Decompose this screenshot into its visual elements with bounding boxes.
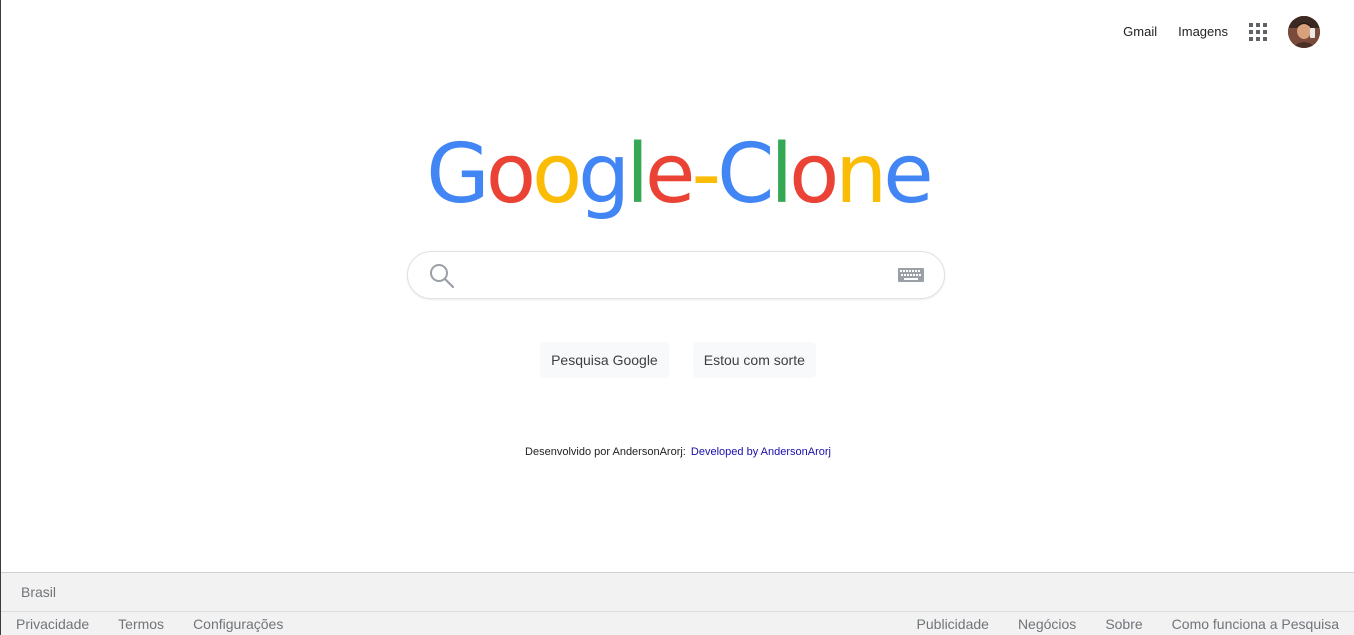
footer-link-terms[interactable]: Termos	[118, 616, 164, 632]
logo-letter: n	[835, 127, 887, 222]
logo-letter: e	[645, 127, 695, 222]
footer-country: Brasil	[1, 573, 1354, 612]
logo-letter: C	[717, 127, 774, 222]
keyboard-icon[interactable]	[898, 268, 924, 282]
credit-link[interactable]: Developed by AndersonArorj	[691, 446, 831, 458]
footer-link-how-search-works[interactable]: Como funciona a Pesquisa	[1172, 616, 1339, 632]
logo-letter: o	[789, 127, 839, 222]
footer-link-business[interactable]: Negócios	[1018, 616, 1076, 632]
logo-letter: -	[691, 127, 721, 222]
gmail-link[interactable]: Gmail	[1123, 14, 1157, 50]
logo-letter: l	[770, 127, 793, 222]
footer-left-links: Privacidade Termos Configurações	[16, 616, 312, 632]
search-buttons: Pesquisa Google Estou com sorte	[1, 342, 1354, 378]
footer-link-about[interactable]: Sobre	[1105, 616, 1142, 632]
footer-link-privacy[interactable]: Privacidade	[16, 616, 89, 632]
footer-link-settings[interactable]: Configurações	[193, 616, 283, 632]
logo-letter: l	[626, 127, 649, 222]
logo-letter: o	[531, 127, 582, 222]
page: Gmail Imagens Google-Clone Pesquisa Goog…	[0, 0, 1354, 635]
logo-letter: e	[883, 127, 933, 222]
user-avatar[interactable]	[1288, 16, 1320, 48]
logo-letter: G	[426, 127, 490, 222]
logo-letter: o	[485, 127, 536, 222]
footer-right-links: Publicidade Negócios Sobre Como funciona…	[888, 616, 1339, 632]
footer-link-advertising[interactable]: Publicidade	[917, 616, 989, 632]
credit-prefix: Desenvolvido por AndersonArorj:	[525, 446, 686, 458]
search-box[interactable]	[407, 251, 945, 299]
google-search-button[interactable]: Pesquisa Google	[540, 342, 669, 378]
top-bar: Gmail Imagens	[1102, 14, 1320, 50]
logo: Google-Clone	[1, 130, 1354, 220]
footer-links: Privacidade Termos Configurações Publici…	[1, 612, 1354, 635]
logo-letter: g	[578, 127, 630, 222]
search-icon	[428, 262, 456, 290]
images-link[interactable]: Imagens	[1178, 14, 1228, 50]
apps-grid-icon[interactable]	[1240, 14, 1276, 50]
credit-line: Desenvolvido por AndersonArorj: Develope…	[1, 446, 1354, 458]
search-input[interactable]	[468, 260, 892, 292]
footer: Brasil Privacidade Termos Configurações …	[1, 572, 1354, 635]
feeling-lucky-button[interactable]: Estou com sorte	[692, 342, 816, 378]
